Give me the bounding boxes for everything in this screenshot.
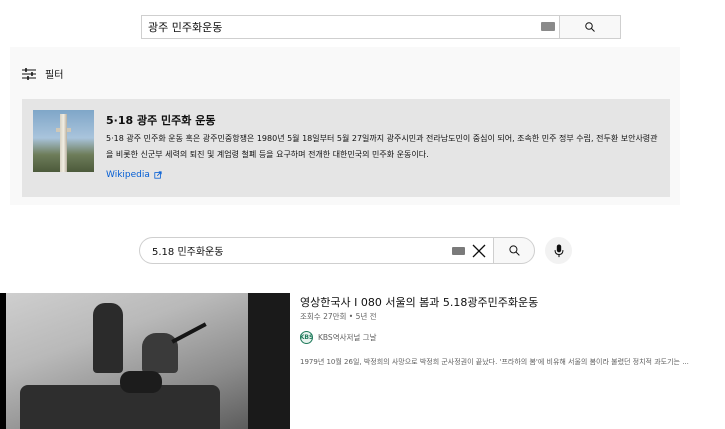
filter-button[interactable]: 필터 bbox=[22, 66, 63, 81]
search-icon bbox=[508, 245, 520, 256]
microphone-icon bbox=[554, 243, 563, 257]
keyboard-icon[interactable] bbox=[541, 22, 555, 31]
video-meta: 조회수 27만회 • 5년 전 bbox=[300, 312, 377, 321]
channel-avatar[interactable]: KBS bbox=[300, 331, 313, 344]
search-query-text-bottom: 5.18 민주화운동 bbox=[152, 247, 224, 258]
thumbnail-hatch bbox=[120, 371, 162, 393]
thumbnail-edge bbox=[0, 293, 6, 429]
search-bar-bottom: 5.18 민주화운동 bbox=[139, 237, 535, 264]
search-bar-top: 광주 민주화운동 bbox=[141, 15, 621, 39]
close-icon[interactable] bbox=[471, 243, 487, 259]
channel-link[interactable]: KBS KBS역사저널 그날 bbox=[300, 331, 376, 344]
knowledge-title: 5·18 광주 민주화 운동 bbox=[106, 114, 216, 127]
search-button-top[interactable] bbox=[559, 15, 621, 39]
thumbnail-figure bbox=[93, 303, 123, 373]
search-icon bbox=[585, 22, 595, 32]
voice-search-button[interactable] bbox=[545, 237, 572, 264]
knowledge-description: 5·18 광주 민주화 운동 혹은 광주민중항쟁은 1980년 5월 18일부터… bbox=[106, 134, 658, 159]
external-link-icon bbox=[154, 171, 162, 179]
wikipedia-link[interactable]: Wikipedia bbox=[106, 170, 162, 180]
results-panel: 필터 5·18 광주 민주화 운동 5·18 광주 민주화 운동 혹은 광주민중… bbox=[10, 47, 680, 205]
filter-sliders-icon bbox=[22, 67, 36, 80]
tower-shape bbox=[60, 114, 67, 172]
knowledge-thumbnail[interactable] bbox=[33, 110, 94, 172]
video-title[interactable]: 영상한국사 I 080 서울의 봄과 5.18광주민주화운동 bbox=[300, 294, 538, 310]
thumbnail-scene bbox=[0, 293, 248, 429]
channel-name[interactable]: KBS역사저널 그날 bbox=[318, 332, 376, 343]
keyboard-icon[interactable] bbox=[452, 247, 465, 255]
thumbnail-vehicle bbox=[20, 385, 220, 429]
video-description: 1979년 10월 26일, 박정희의 사망으로 박정희 군사정권이 끝났다. … bbox=[300, 358, 689, 366]
search-input-top[interactable]: 광주 민주화운동 bbox=[141, 15, 559, 39]
wikipedia-link-text: Wikipedia bbox=[106, 170, 150, 180]
thumbnail-baton bbox=[171, 322, 207, 344]
video-thumbnail[interactable] bbox=[0, 293, 290, 429]
filter-label: 필터 bbox=[45, 70, 64, 81]
search-query-text: 광주 민주화운동 bbox=[148, 21, 223, 34]
search-input-bottom[interactable]: 5.18 민주화운동 bbox=[139, 237, 493, 264]
knowledge-panel: 5·18 광주 민주화 운동 5·18 광주 민주화 운동 혹은 광주민중항쟁은… bbox=[22, 99, 670, 197]
search-button-bottom[interactable] bbox=[493, 237, 535, 264]
